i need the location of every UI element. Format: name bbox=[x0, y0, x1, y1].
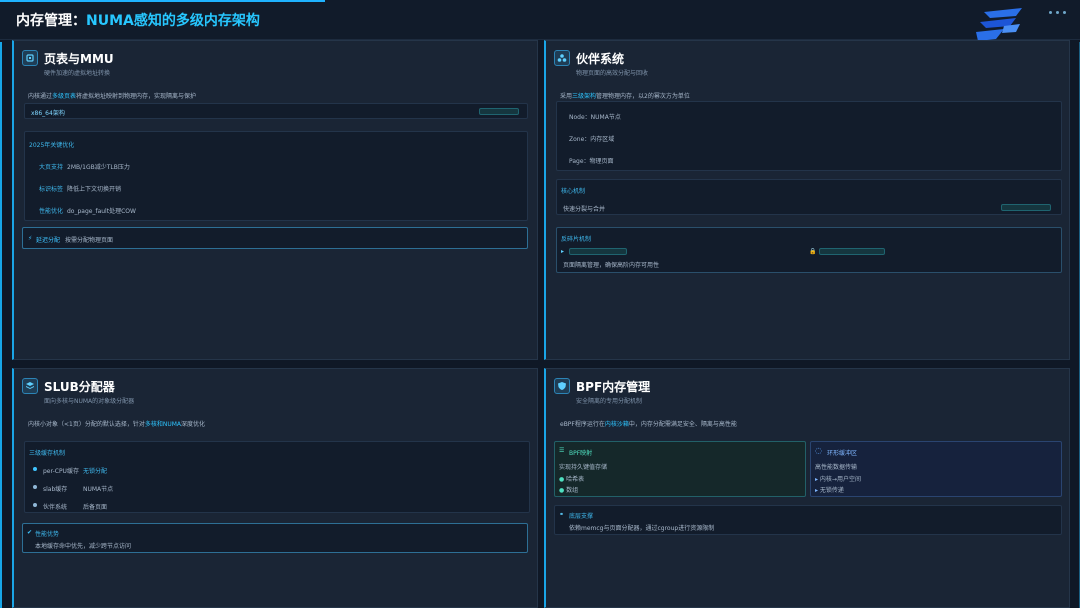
database-icon: ☰ bbox=[559, 447, 565, 454]
shield-icon bbox=[554, 378, 570, 394]
card-subtitle: 硬件加速的虚拟地址转换 bbox=[44, 70, 111, 77]
core-tag bbox=[1001, 204, 1051, 211]
anti-tag-right bbox=[819, 248, 885, 255]
opt-row-val: 2MB/1GB减少TLB压力 bbox=[67, 164, 130, 171]
level-key: 伙伴系统 bbox=[43, 504, 68, 511]
opt-row-key: 性能优化 bbox=[39, 208, 64, 215]
lock-icon: 🔒 bbox=[809, 248, 817, 255]
arch-label: x86_64架构 bbox=[31, 110, 65, 117]
cache-levels-box: 三级缓存机制 per-CPU缓存 无锁分配 slab缓存 NUMA节点 伙伴系统… bbox=[24, 441, 530, 513]
nodes-icon bbox=[554, 50, 570, 66]
intro-text: eBPF程序运行在内核沙箱中，内存分配需满足安全、隔离与高性能 bbox=[560, 421, 737, 428]
page-title-highlight: NUMA感知的多级内存架构 bbox=[86, 13, 260, 29]
lazy-alloc-box: ⚡ 延迟分配 按需分配物理页面 bbox=[22, 227, 528, 249]
section-title: 2025年关键优化 bbox=[29, 142, 75, 149]
card-title: SLUB分配器 bbox=[44, 380, 115, 394]
map-subtitle: 实现持久键值存储 bbox=[559, 464, 608, 471]
core-mechanism-box: 核心机制 快速分裂与合并 bbox=[556, 179, 1062, 215]
ring-subtitle: 高性能数据传输 bbox=[815, 464, 858, 471]
page-title: 内存管理：NUMA感知的多级内存架构 bbox=[16, 10, 260, 30]
underlying-support-box: ⚭ 底层支撑 依赖memcg与页面分配器，通过cgroup进行资源限制 bbox=[554, 505, 1062, 535]
level-item: Zone：内存区域 bbox=[569, 136, 615, 143]
opt-row-key: 大页支持 bbox=[39, 164, 64, 171]
check-icon: ✔ bbox=[27, 529, 33, 536]
lazy-key: 延迟分配 bbox=[36, 237, 61, 244]
ring-item: ▸ 内核→用户空间 bbox=[815, 476, 861, 483]
link-icon: ⚭ bbox=[559, 511, 565, 518]
lightning-icon: ⚡ bbox=[28, 235, 33, 242]
ring-title: 环形缓冲区 bbox=[827, 450, 858, 457]
anti-text: 页面隔离管理，确保高阶内存可用性 bbox=[563, 262, 660, 269]
card-subtitle: 面向多核与NUMA的对象级分配器 bbox=[44, 398, 135, 405]
lazy-val: 按需分配物理页面 bbox=[65, 237, 114, 244]
card-slub-allocator: SLUB分配器 面向多核与NUMA的对象级分配器 内核小对象（<1页）分配的默认… bbox=[12, 368, 538, 608]
card-title: 伙伴系统 bbox=[576, 52, 625, 66]
map-item: ● 数组 bbox=[559, 487, 579, 494]
optimization-box: 2025年关键优化 大页支持 2MB/1GB减少TLB压力 标识标签 降低上下文… bbox=[24, 131, 528, 221]
intro-text: 内核通过多级页表将虚拟地址映射到物理内存，实现隔离与保护 bbox=[28, 93, 197, 100]
opt-row-key: 标识标签 bbox=[39, 186, 64, 193]
arch-box: x86_64架构 bbox=[24, 103, 528, 119]
card-bpf-memory: BPF内存管理 安全隔离的专用分配机制 eBPF程序运行在内核沙箱中，内存分配需… bbox=[544, 368, 1070, 608]
level-val: 无锁分配 bbox=[83, 468, 108, 475]
map-item: ● 哈希表 bbox=[559, 476, 585, 483]
intro-text: 采用三级架构管理物理内存，以2的幂次方为单位 bbox=[560, 93, 690, 100]
card-subtitle: 物理页面的高效分配与回收 bbox=[576, 70, 649, 77]
header-accent-line bbox=[0, 0, 325, 2]
bullet-icon: ▸ bbox=[561, 248, 565, 255]
section-title: 核心机制 bbox=[561, 188, 586, 195]
ring-icon: ◌ bbox=[815, 446, 822, 455]
arch-tag bbox=[479, 108, 519, 115]
opt-row-val: 降低上下文切换开销 bbox=[67, 186, 122, 193]
card-subtitle: 安全隔离的专用分配机制 bbox=[576, 398, 643, 405]
section-title: 反碎片机制 bbox=[561, 236, 592, 243]
bpf-map-box: ☰ BPF映射 实现持久键值存储 ● 哈希表 ● 数组 bbox=[554, 441, 806, 497]
intro-text: 内核小对象（<1页）分配的默认选择，针对多核和NUMA深度优化 bbox=[28, 421, 206, 428]
card-page-table-mmu: 页表与MMU 硬件加速的虚拟地址转换 内核通过多级页表将虚拟地址映射到物理内存，… bbox=[12, 40, 538, 360]
anti-fragment-box: 反碎片机制 ▸ 🔒 页面隔离管理，确保高阶内存可用性 bbox=[556, 227, 1062, 273]
level-key: per-CPU缓存 bbox=[43, 468, 79, 475]
bullet-icon bbox=[33, 503, 37, 507]
ring-item: ▸ 无锁传递 bbox=[815, 487, 844, 494]
more-dots-icon[interactable] bbox=[1049, 11, 1066, 14]
card-buddy-system: 伙伴系统 物理页面的高效分配与回收 采用三级架构管理物理内存，以2的幂次方为单位… bbox=[544, 40, 1070, 360]
levels-box: Node：NUMA节点 Zone：内存区域 Page：物理页面 bbox=[556, 101, 1062, 171]
card-title: BPF内存管理 bbox=[576, 380, 651, 394]
anti-tag-left bbox=[569, 248, 627, 255]
support-text: 依赖memcg与页面分配器，通过cgroup进行资源限制 bbox=[569, 525, 715, 532]
level-val: 后备页面 bbox=[83, 504, 108, 511]
section-title: 三级缓存机制 bbox=[29, 450, 66, 457]
page-title-prefix: 内存管理： bbox=[16, 13, 86, 29]
perf-text: 本地缓存命中优先，减少跨节点访问 bbox=[35, 543, 132, 550]
support-title: 底层支撑 bbox=[569, 513, 594, 520]
core-text: 快速分裂与合并 bbox=[563, 206, 606, 213]
chip-icon bbox=[22, 50, 38, 66]
level-item: Page：物理页面 bbox=[569, 158, 614, 165]
top-header: 内存管理：NUMA感知的多级内存架构 bbox=[0, 0, 1080, 40]
bullet-icon bbox=[33, 467, 37, 471]
bullet-icon bbox=[33, 485, 37, 489]
perf-title: 性能优势 bbox=[35, 531, 60, 538]
card-title: 页表与MMU bbox=[44, 52, 114, 66]
opt-row-val: do_page_fault处理COW bbox=[67, 208, 136, 215]
performance-box: ✔ 性能优势 本地缓存命中优先，减少跨节点访问 bbox=[22, 523, 528, 553]
left-edge-accent bbox=[0, 42, 2, 608]
map-title: BPF映射 bbox=[569, 450, 593, 457]
level-val: NUMA节点 bbox=[83, 486, 114, 493]
level-key: slab缓存 bbox=[43, 486, 68, 493]
layers-icon bbox=[22, 378, 38, 394]
ring-buffer-box: ◌ 环形缓冲区 高性能数据传输 ▸ 内核→用户空间 ▸ 无锁传递 bbox=[810, 441, 1062, 497]
level-item: Node：NUMA节点 bbox=[569, 114, 621, 121]
